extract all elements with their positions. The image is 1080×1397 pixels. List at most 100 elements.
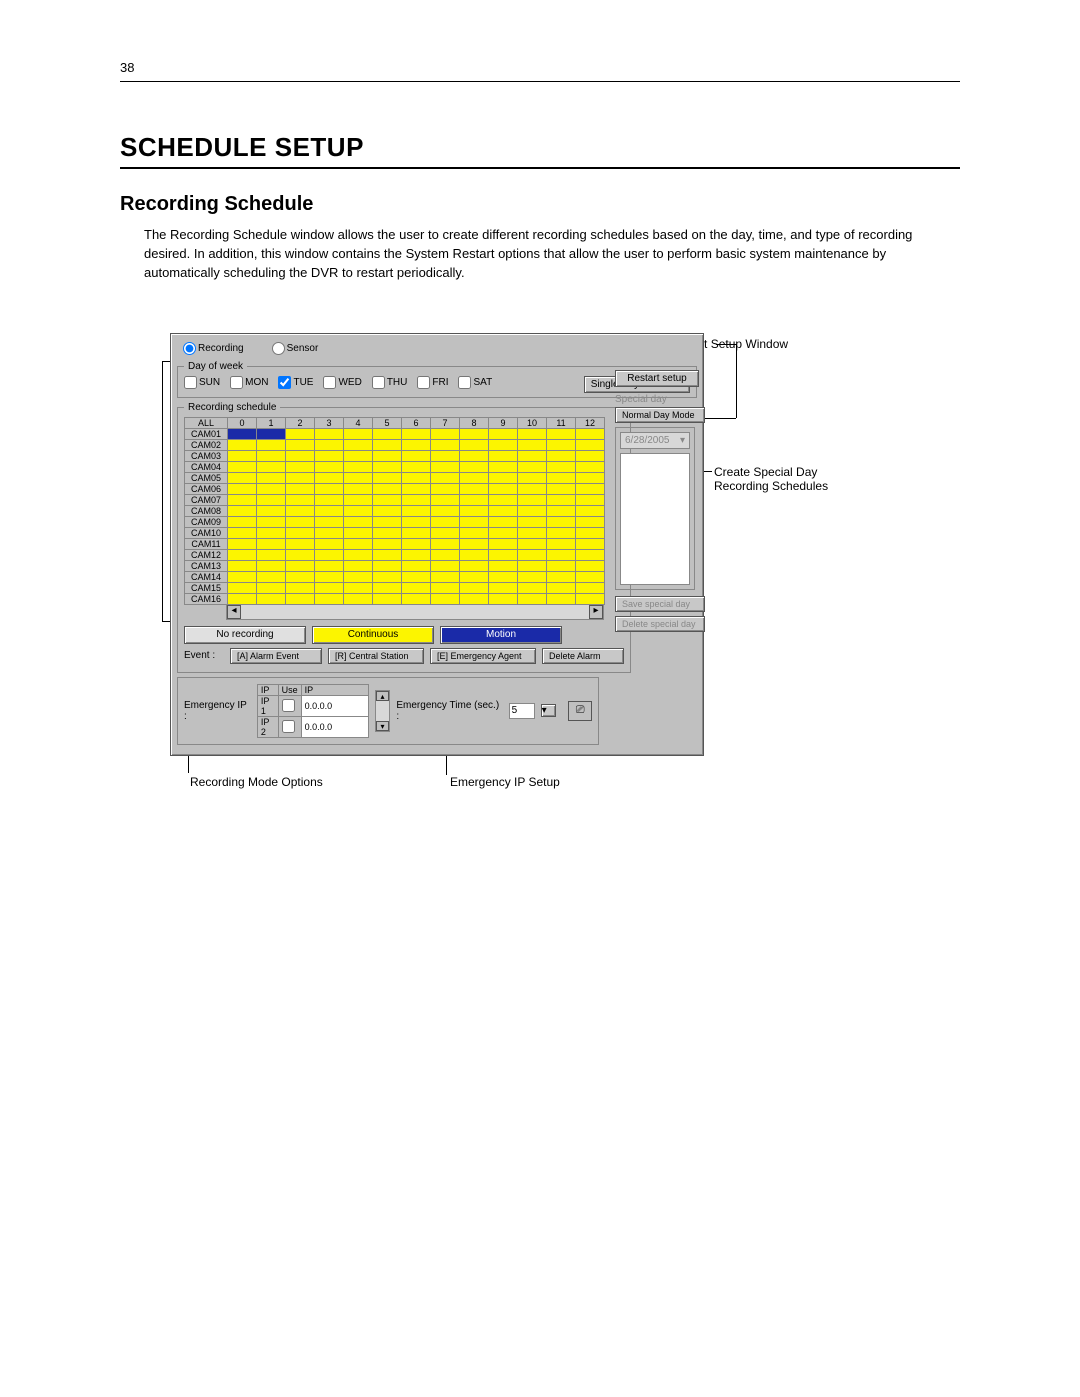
grid-cell[interactable]: [257, 483, 286, 494]
grid-cell[interactable]: [257, 461, 286, 472]
grid-cell[interactable]: [431, 549, 460, 560]
grid-cell[interactable]: [431, 593, 460, 604]
grid-cell[interactable]: [286, 560, 315, 571]
day-sun[interactable]: SUN: [184, 376, 220, 389]
grid-cell[interactable]: [402, 571, 431, 582]
schedule-grid[interactable]: ALL0123456789101112CAM01CAM02CAM03CAM04C…: [184, 417, 605, 605]
day-fri[interactable]: FRI: [417, 376, 448, 389]
grid-cell[interactable]: [518, 549, 547, 560]
grid-cell[interactable]: [402, 593, 431, 604]
grid-cell[interactable]: [460, 538, 489, 549]
grid-cell[interactable]: [489, 516, 518, 527]
emergency-agent-button[interactable]: [E] Emergency Agent: [430, 648, 536, 664]
emergency-apply-icon[interactable]: ⎚: [568, 701, 592, 721]
grid-cell[interactable]: [576, 516, 605, 527]
grid-cell[interactable]: [315, 593, 344, 604]
grid-cell[interactable]: [344, 439, 373, 450]
grid-cell[interactable]: [373, 450, 402, 461]
special-day-list[interactable]: [620, 453, 690, 585]
grid-cell[interactable]: [518, 571, 547, 582]
grid-cell[interactable]: [489, 527, 518, 538]
grid-cell[interactable]: [460, 450, 489, 461]
grid-cell[interactable]: [228, 439, 257, 450]
grid-cell[interactable]: [518, 494, 547, 505]
grid-cell[interactable]: [402, 450, 431, 461]
grid-cell[interactable]: [286, 527, 315, 538]
grid-cell[interactable]: [315, 450, 344, 461]
ip-list-scrollbar[interactable]: ▴ ▾: [375, 690, 391, 732]
grid-cell[interactable]: [460, 505, 489, 516]
scroll-up-icon[interactable]: ▴: [376, 691, 390, 701]
grid-cell[interactable]: [344, 428, 373, 439]
grid-cell[interactable]: [576, 582, 605, 593]
grid-cell[interactable]: [344, 571, 373, 582]
ip2-use-checkbox[interactable]: [282, 720, 295, 733]
grid-cell[interactable]: [315, 505, 344, 516]
grid-cell[interactable]: [460, 428, 489, 439]
grid-cell[interactable]: [344, 593, 373, 604]
grid-cell[interactable]: [402, 560, 431, 571]
grid-cell[interactable]: [547, 428, 576, 439]
grid-cell[interactable]: [460, 516, 489, 527]
normal-day-mode-button[interactable]: Normal Day Mode: [615, 407, 705, 423]
grid-cell[interactable]: [518, 582, 547, 593]
ip2-value[interactable]: 0.0.0.0: [301, 716, 368, 737]
radio-recording[interactable]: Recording: [183, 342, 244, 355]
grid-cell[interactable]: [315, 549, 344, 560]
restart-setup-button[interactable]: Restart setup: [615, 370, 699, 387]
grid-cell[interactable]: [460, 494, 489, 505]
grid-cell[interactable]: [431, 571, 460, 582]
grid-cell[interactable]: [576, 505, 605, 516]
grid-cell[interactable]: [373, 461, 402, 472]
grid-cell[interactable]: [489, 538, 518, 549]
grid-cell[interactable]: [489, 450, 518, 461]
grid-cell[interactable]: [315, 461, 344, 472]
grid-cell[interactable]: [518, 439, 547, 450]
delete-alarm-button[interactable]: Delete Alarm: [542, 648, 624, 664]
grid-cell[interactable]: [431, 560, 460, 571]
grid-cell[interactable]: [489, 494, 518, 505]
grid-cell[interactable]: [460, 461, 489, 472]
day-mon[interactable]: MON: [230, 376, 268, 389]
grid-cell[interactable]: [489, 483, 518, 494]
grid-cell[interactable]: [373, 516, 402, 527]
grid-cell[interactable]: [547, 571, 576, 582]
grid-cell[interactable]: [547, 450, 576, 461]
grid-cell[interactable]: [344, 461, 373, 472]
grid-cell[interactable]: [373, 505, 402, 516]
delete-special-day-button[interactable]: Delete special day: [615, 616, 705, 632]
grid-cell[interactable]: [576, 439, 605, 450]
grid-cell[interactable]: [576, 472, 605, 483]
scroll-left-icon[interactable]: ◂: [227, 605, 241, 619]
grid-cell[interactable]: [344, 516, 373, 527]
grid-cell[interactable]: [402, 483, 431, 494]
grid-cell[interactable]: [402, 527, 431, 538]
grid-cell[interactable]: [228, 549, 257, 560]
central-station-button[interactable]: [R] Central Station: [328, 648, 424, 664]
day-wed[interactable]: WED: [323, 376, 361, 389]
mode-no-recording[interactable]: No recording: [184, 626, 306, 644]
grid-cell[interactable]: [489, 461, 518, 472]
grid-cell[interactable]: [547, 560, 576, 571]
grid-cell[interactable]: [431, 472, 460, 483]
grid-cell[interactable]: [286, 549, 315, 560]
grid-cell[interactable]: [402, 428, 431, 439]
grid-cell[interactable]: [228, 560, 257, 571]
grid-cell[interactable]: [460, 571, 489, 582]
grid-cell[interactable]: [576, 538, 605, 549]
grid-cell[interactable]: [373, 428, 402, 439]
grid-cell[interactable]: [547, 483, 576, 494]
grid-cell[interactable]: [518, 516, 547, 527]
grid-cell[interactable]: [402, 461, 431, 472]
grid-cell[interactable]: [489, 571, 518, 582]
grid-cell[interactable]: [373, 483, 402, 494]
grid-cell[interactable]: [518, 560, 547, 571]
grid-cell[interactable]: [257, 494, 286, 505]
grid-cell[interactable]: [518, 483, 547, 494]
grid-cell[interactable]: [344, 549, 373, 560]
grid-cell[interactable]: [228, 505, 257, 516]
emergency-time-dropdown[interactable]: ▾: [541, 704, 557, 717]
grid-cell[interactable]: [344, 505, 373, 516]
grid-cell[interactable]: [257, 516, 286, 527]
grid-cell[interactable]: [315, 483, 344, 494]
